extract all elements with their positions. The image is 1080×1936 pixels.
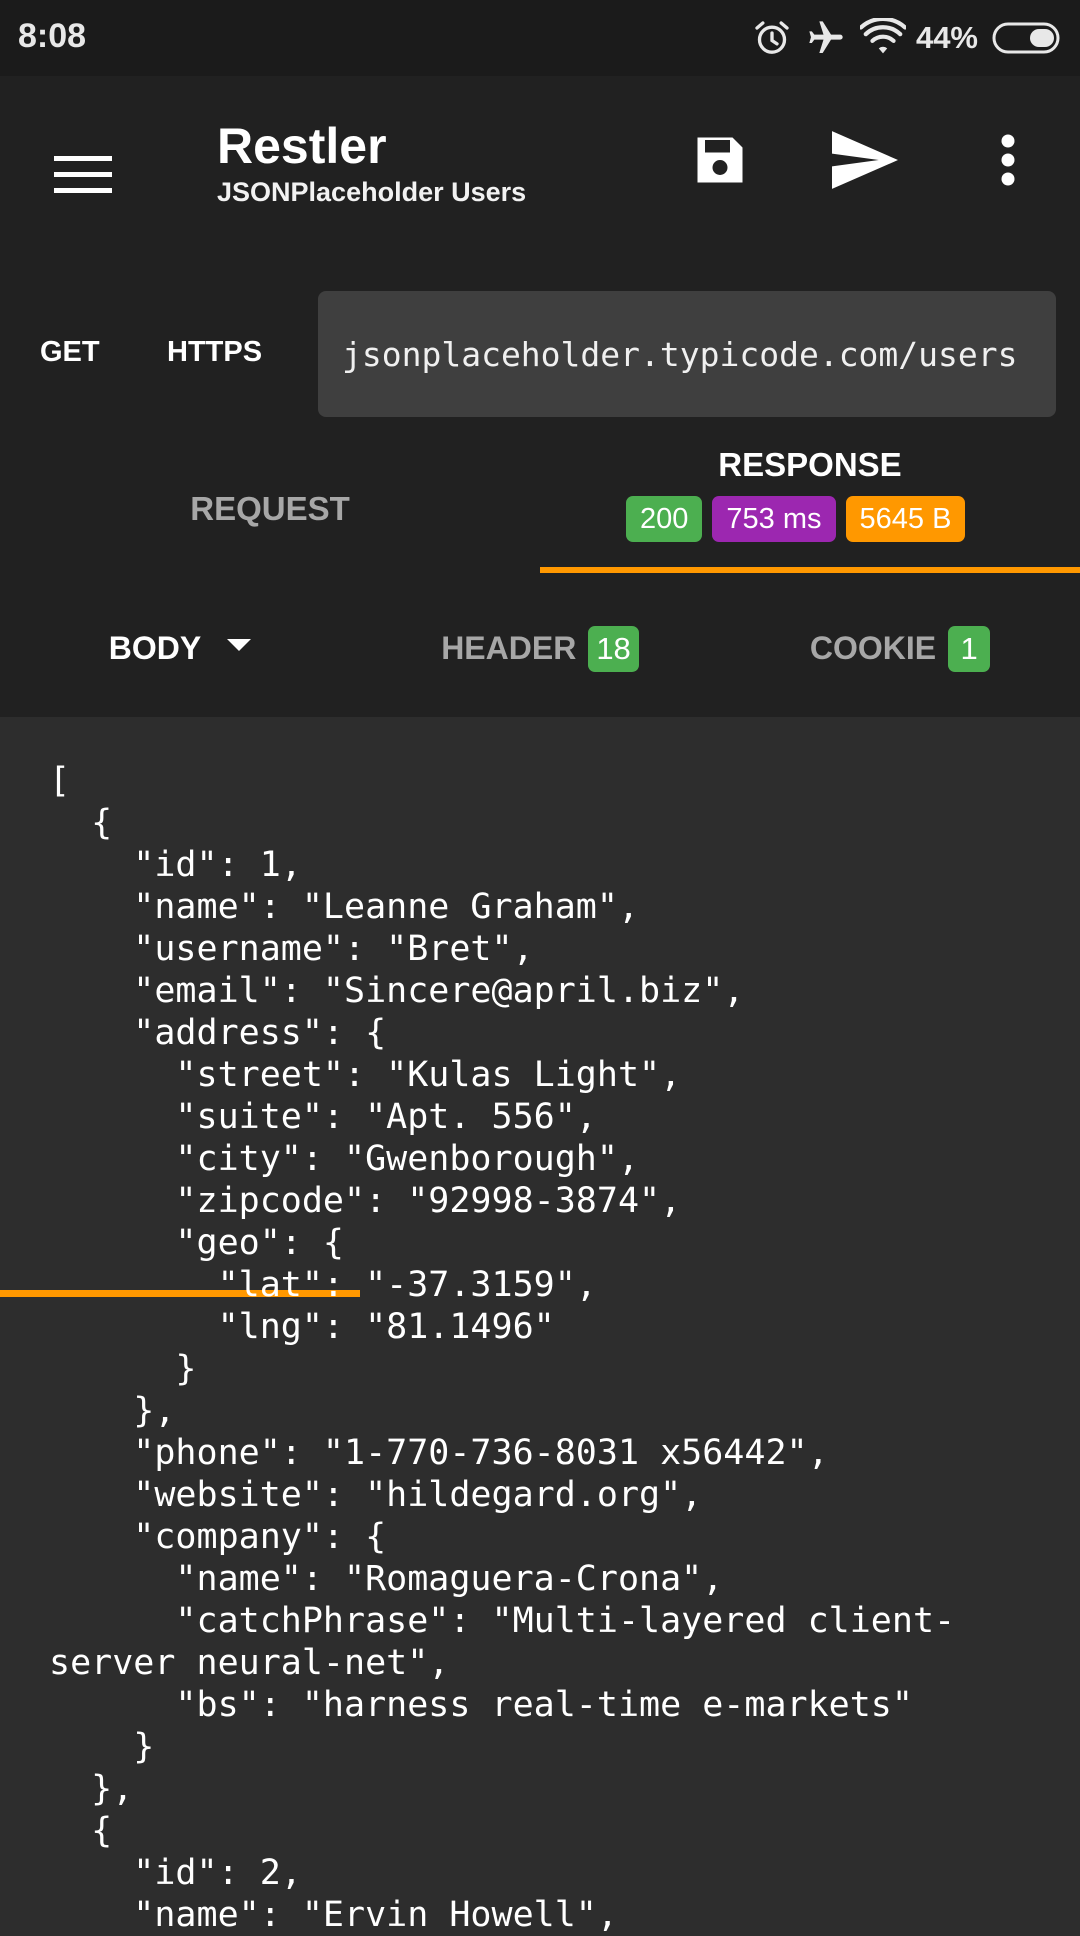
airplane-icon xyxy=(806,18,846,58)
send-button[interactable] xyxy=(820,122,910,202)
app-subtitle: JSONPlaceholder Users xyxy=(217,177,527,207)
cookie-count-badge: 1 xyxy=(948,625,991,672)
status-icons: 44% xyxy=(752,12,1064,64)
response-size-badge: 5645 B xyxy=(845,496,966,542)
battery-percent: 44% xyxy=(915,20,978,55)
subtab-body-label: BODY xyxy=(108,630,202,666)
tab-response[interactable]: RESPONSE 200 753 ms 5645 B xyxy=(540,446,1080,571)
app-bar: Restler JSONPlaceholder Users GET HTTPS … xyxy=(0,76,1080,580)
status-bar: 8:08 44% xyxy=(0,0,1080,76)
method-selector[interactable]: GET xyxy=(40,336,100,369)
url-text: jsonplaceholder.typicode.com/users xyxy=(342,334,1018,374)
menu-button[interactable] xyxy=(40,134,126,220)
save-button[interactable] xyxy=(680,122,760,202)
subtab-header-label: HEADER xyxy=(441,630,577,666)
wifi-icon xyxy=(859,18,906,58)
status-code-badge: 200 xyxy=(626,496,703,542)
subtab-cookie[interactable]: COOKIE 1 xyxy=(720,580,1080,717)
battery-icon xyxy=(992,20,1064,56)
response-body[interactable]: [ { "id": 1, "name": "Leanne Graham", "u… xyxy=(49,760,1059,1936)
response-tab-indicator xyxy=(540,567,1080,573)
header-count-badge: 18 xyxy=(588,625,639,672)
url-input[interactable]: jsonplaceholder.typicode.com/users xyxy=(318,291,1056,417)
subtab-header[interactable]: HEADER 18 xyxy=(360,580,720,717)
subtab-cookie-label: COOKIE xyxy=(809,630,937,666)
response-subtabs: BODY HEADER 18 COOKIE 1 xyxy=(0,580,1080,1297)
send-icon xyxy=(832,130,898,194)
tab-request-label: REQUEST xyxy=(190,489,350,527)
scheme-selector[interactable]: HTTPS xyxy=(167,336,262,369)
tab-request[interactable]: REQUEST xyxy=(0,446,540,571)
menu-icon xyxy=(54,153,112,202)
response-badges: 200 753 ms 5645 B xyxy=(626,496,966,542)
dropdown-arrow-icon xyxy=(227,639,252,658)
response-time-badge: 753 ms xyxy=(712,496,836,542)
more-vert-icon xyxy=(1000,134,1016,191)
status-time: 8:08 xyxy=(18,17,87,55)
save-icon xyxy=(690,130,750,195)
subtab-body[interactable]: BODY xyxy=(0,580,360,717)
app-title: Restler xyxy=(217,118,387,174)
tab-response-label: RESPONSE xyxy=(718,446,902,483)
alarm-icon xyxy=(752,18,792,58)
more-options-button[interactable] xyxy=(978,122,1038,202)
